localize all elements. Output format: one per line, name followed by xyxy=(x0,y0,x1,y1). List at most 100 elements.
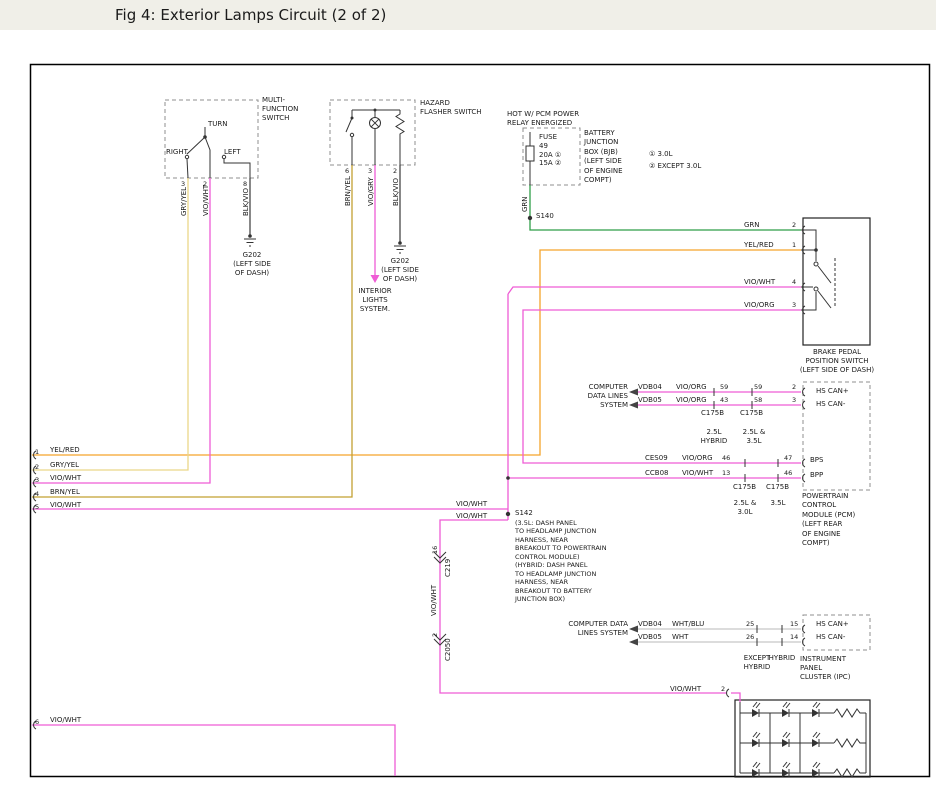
blk-vio-wires xyxy=(250,165,400,242)
c2050-pin: 2 xyxy=(431,633,439,637)
hazard-pin-c: 2 xyxy=(393,167,397,175)
brake-wire-yel-red: YEL/RED xyxy=(744,241,774,250)
left-wire-6-label: VIO/WHT xyxy=(50,716,81,725)
ipc-caption: INSTRUMENT PANEL CLUSTER (IPC) xyxy=(800,655,850,681)
left-wire-4-label: BRN/YEL xyxy=(50,488,80,497)
cdl1-variant-a: 2.5L HYBRID xyxy=(694,428,734,446)
system-arrow-icons xyxy=(629,389,638,646)
s142-label: S142 xyxy=(515,509,533,518)
pcm-conn-a: C175B xyxy=(733,483,756,492)
cdl2-row2-wire: WHT xyxy=(672,633,688,642)
ground-label-g202-right: G202 (LEFT SIDE OF DASH) xyxy=(370,257,430,283)
wire-label-brn-yel: BRN/YEL xyxy=(344,176,353,206)
wire-label-vio-gry: VIO/GRY xyxy=(367,177,376,206)
brake-caption: BRAKE PEDAL POSITION SWITCH (LEFT SIDE O… xyxy=(788,348,886,374)
pcm-bpp-label: BPP xyxy=(810,471,823,480)
c219-label: C219 xyxy=(444,559,453,577)
cdl1-row1-wire: VIO/ORG xyxy=(676,383,707,392)
cdl2-row1-pin: 15 xyxy=(790,620,798,628)
left-wire-5-label: VIO/WHT xyxy=(50,501,81,510)
resistor-icon xyxy=(834,709,866,717)
mfs-right-label: RIGHT xyxy=(166,148,188,157)
legend-except-3-0l: ② EXCEPT 3.0L xyxy=(649,162,701,171)
ces09-pin: 47 xyxy=(784,454,792,462)
pcm-variant-a: 2.5L & 3.0L xyxy=(727,499,763,517)
wire-label-vio-wht-mfs: VIO/WHT xyxy=(202,185,211,216)
ipc-hs-can-minus: HS CAN- xyxy=(816,633,845,642)
hazard-pin-a: 6 xyxy=(345,167,349,175)
cdl1-row1-pin: 2 xyxy=(792,383,796,391)
cdl1-row2-pin-a: 43 xyxy=(720,396,728,404)
c2050-label: C2050 xyxy=(444,638,453,661)
wire-label-vio-wht-mid: VIO/WHT xyxy=(430,585,439,616)
cdl1-row1-circuit: VDB04 xyxy=(638,383,662,392)
brake-pin-4: 4 xyxy=(792,278,796,286)
left-wire-5-num: 5 xyxy=(35,503,39,511)
cdl1-row1-pin-b: 59 xyxy=(754,383,762,391)
cdl1-row2-circuit: VDB05 xyxy=(638,396,662,405)
cdl1-label: COMPUTER DATA LINES SYSTEM xyxy=(563,383,628,409)
s142-wire-top-label: VIO/WHT xyxy=(456,500,487,509)
wire-label-gry-yel: GRY/YEL xyxy=(180,187,189,216)
left-wire-2-num: 2 xyxy=(35,463,39,471)
left-wire-6-num: 6 xyxy=(35,718,39,726)
cdl2-row1-circuit: VDB04 xyxy=(638,620,662,629)
hazard-label: HAZARD FLASHER SWITCH xyxy=(420,99,482,117)
cdl1-conn-b: C175B xyxy=(740,409,763,418)
component-internals xyxy=(185,110,835,310)
s140-label: S140 xyxy=(536,212,554,221)
pcm-variant-b: 3.5L xyxy=(763,499,793,508)
wire-label-grn-vertical: GRN xyxy=(521,196,530,212)
ccb08-pin-a: 13 xyxy=(722,469,730,477)
cdl2-row1-pin-a: 25 xyxy=(746,620,754,628)
left-wire-2-label: GRY/YEL xyxy=(50,461,79,470)
wire-label-blk-vio-mfs: BLK/VIO xyxy=(242,188,251,216)
mfs-label: MULTI- FUNCTION SWITCH xyxy=(262,96,298,122)
ccb08-circuit: CCB08 xyxy=(645,469,669,478)
cdl2-row1-wire: WHT/BLU xyxy=(672,620,704,629)
ground-label-g202-left: G202 (LEFT SIDE OF DASH) xyxy=(222,251,282,277)
resistor-icon xyxy=(834,739,866,747)
ipc-hs-can-plus: HS CAN+ xyxy=(816,620,849,629)
cdl2-row2-pin-a: 26 xyxy=(746,633,754,641)
bjb-caption: BATTERY JUNCTION BOX (BJB) (LEFT SIDE OF… xyxy=(584,129,623,186)
cdl1-row1-pin-a: 59 xyxy=(720,383,728,391)
ccb08-pin: 46 xyxy=(784,469,792,477)
diagram-border xyxy=(31,65,930,777)
multi-function-switch-box xyxy=(165,100,258,178)
ipc-pin-2: 2 xyxy=(721,685,725,693)
fuse-label: FUSE 49 20A ① 15A ② xyxy=(539,133,561,168)
hazard-pin-b: 3 xyxy=(368,167,372,175)
pcm-hs-can-plus: HS CAN+ xyxy=(816,387,849,396)
cdl1-row2-pin-b: 58 xyxy=(754,396,762,404)
pcm-caption: POWERTRAIN CONTROL MODULE (PCM) (LEFT RE… xyxy=(802,492,855,549)
cdl1-conn-a: C175B xyxy=(701,409,724,418)
gry-yel-wire xyxy=(32,178,188,470)
left-wire-3-label: VIO/WHT xyxy=(50,474,81,483)
pcm-hs-can-minus: HS CAN- xyxy=(816,400,845,409)
mfs-pin-c: 8 xyxy=(243,180,247,188)
left-wire-1-label: YEL/RED xyxy=(50,446,80,455)
ipc-wire-label: VIO/WHT xyxy=(670,685,701,694)
brake-wire-vio-wht: VIO/WHT xyxy=(744,278,775,287)
grn-wire xyxy=(530,185,801,230)
ces09-pin-a: 46 xyxy=(722,454,730,462)
s142-note: (3.5L: DASH PANEL TO HEADLAMP JUNCTION H… xyxy=(515,519,607,603)
wire-label-blk-vio-hazard: BLK/VIO xyxy=(392,178,401,206)
cdl1-row2-pin: 3 xyxy=(792,396,796,404)
cdl2-row2-pin: 14 xyxy=(790,633,798,641)
legend-3-0l: ① 3.0L xyxy=(649,150,673,159)
brn-yel-wire xyxy=(32,165,352,497)
cdl2-label: COMPUTER DATA LINES SYSTEM xyxy=(556,620,628,638)
ipc-led-grid xyxy=(740,702,866,777)
mfs-turn-label: TURN xyxy=(208,120,228,129)
inline-connector-ticks xyxy=(714,388,782,646)
left-wire-3-num: 3 xyxy=(35,476,39,484)
pcm-conn-b: C175B xyxy=(766,483,789,492)
cdl2-row2-circuit: VDB05 xyxy=(638,633,662,642)
left-wire-1-num: 1 xyxy=(35,448,39,456)
left-wire-4-num: 4 xyxy=(35,490,39,498)
s142-wire-bottom-label: VIO/WHT xyxy=(456,512,487,521)
cdl1-variant-b: 2.5L & 3.5L xyxy=(734,428,774,446)
fuse-icon xyxy=(526,146,534,161)
